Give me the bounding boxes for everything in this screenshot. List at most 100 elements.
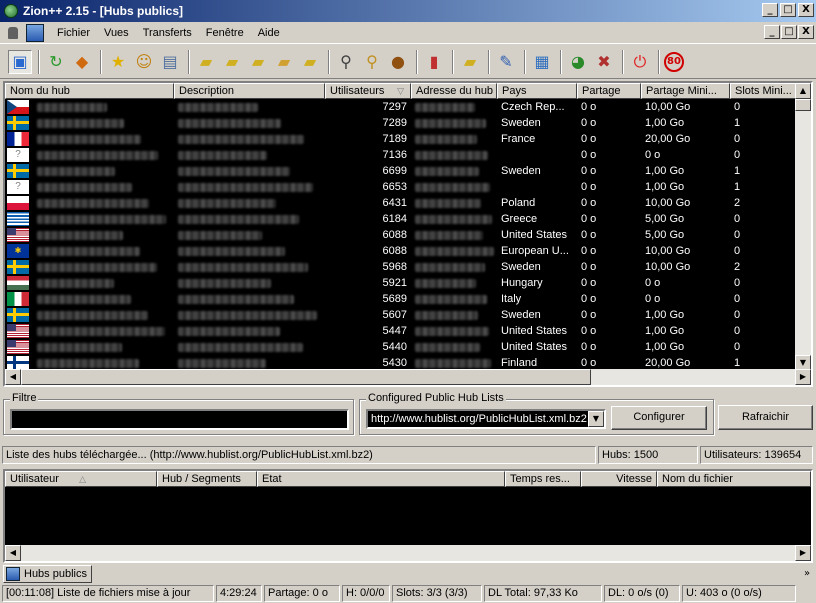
- hub-row[interactable]: 6184 Greece 0 o 5,00 Go 0: [5, 211, 799, 227]
- adl-search-icon[interactable]: ⚲: [360, 50, 384, 74]
- finished-uploads-icon[interactable]: ▰: [272, 50, 296, 74]
- hub-row[interactable]: 6699 Sweden 0 o 1,00 Go 1: [5, 163, 799, 179]
- col-user[interactable]: Utilisateur △: [5, 471, 157, 487]
- col-hub-address[interactable]: Adresse du hub: [411, 83, 497, 99]
- finished-downloads-icon[interactable]: ▰: [220, 50, 244, 74]
- follow-redirect-icon[interactable]: ◆: [70, 50, 94, 74]
- notepad2-icon[interactable]: ▦: [530, 50, 554, 74]
- hash-progress-icon[interactable]: ◕: [566, 50, 590, 74]
- transfers-hscroll[interactable]: ◀ ▶: [5, 545, 811, 561]
- redacted-text: [415, 119, 486, 128]
- redacted-text: [37, 135, 141, 144]
- col-min-share[interactable]: Partage Mini...: [641, 83, 730, 99]
- mdi-restore-button[interactable]: □: [781, 25, 797, 39]
- reconnect-icon[interactable]: ↻: [44, 50, 68, 74]
- col-min-slots[interactable]: Slots Mini...: [730, 83, 799, 99]
- download-queue-icon[interactable]: ▰: [194, 50, 218, 74]
- hub-name-cell: [5, 131, 174, 147]
- menu-vues[interactable]: Vues: [97, 22, 136, 44]
- open-filelist-icon[interactable]: ▰: [458, 50, 482, 74]
- col-time-left[interactable]: Temps res...: [505, 471, 581, 487]
- transfers-scroll-left-icon[interactable]: ◀: [5, 545, 21, 561]
- hscroll-thumb[interactable]: [21, 369, 591, 385]
- waiting-users-icon[interactable]: ▰: [298, 50, 322, 74]
- filter-input[interactable]: [10, 409, 349, 430]
- configure-button[interactable]: Configurer: [611, 406, 707, 430]
- redacted-text: [178, 327, 280, 336]
- favorites-icon[interactable]: ★: [106, 50, 130, 74]
- hub-row[interactable]: 5968 Sweden 0 o 10,00 Go 2: [5, 259, 799, 275]
- speed-limit-icon[interactable]: 80: [664, 51, 684, 72]
- tab-public-hubs-label: Hubs publics: [24, 568, 87, 580]
- scroll-right-icon[interactable]: ▶: [795, 369, 811, 385]
- menu-transferts[interactable]: Transferts: [136, 22, 199, 44]
- hub-row[interactable]: 7189 France 0 o 20,00 Go 0: [5, 131, 799, 147]
- minimize-button[interactable]: _: [762, 3, 778, 17]
- col-speed[interactable]: Vitesse: [581, 471, 657, 487]
- redacted-text: [178, 231, 262, 240]
- close-button[interactable]: X: [798, 3, 814, 17]
- col-hub-name[interactable]: Nom du hub: [5, 83, 174, 99]
- hub-row[interactable]: 6431 Poland 0 o 10,00 Go 2: [5, 195, 799, 211]
- hub-row[interactable]: 7297 Czech Rep... 0 o 10,00 Go 0: [5, 99, 799, 115]
- transfers-list[interactable]: Utilisateur △ Hub / Segments Etat Temps r…: [3, 469, 813, 563]
- hub-row[interactable]: 5921 Hungary 0 o 0 o 0: [5, 275, 799, 291]
- menu-fenetre[interactable]: Fenêtre: [199, 22, 251, 44]
- chevron-right-icon[interactable]: »: [800, 567, 814, 581]
- dropdown-arrow-icon[interactable]: ▼: [588, 411, 604, 427]
- hub-users-cell: 5968: [382, 261, 407, 273]
- menu-fichier[interactable]: Fichier: [50, 22, 97, 44]
- col-filename[interactable]: Nom du fichier: [657, 471, 811, 487]
- public-hubs-list[interactable]: Nom du hub Description Utilisateurs ▽ Adr…: [3, 81, 813, 387]
- hub-row[interactable]: 5607 Sweden 0 o 1,00 Go 0: [5, 307, 799, 323]
- menu-aide[interactable]: Aide: [251, 22, 287, 44]
- scroll-up-icon[interactable]: ▲: [795, 83, 811, 99]
- tab-public-hubs[interactable]: Hubs publics: [3, 565, 92, 583]
- mdi-document-icon[interactable]: [26, 23, 44, 42]
- hub-row[interactable]: ? 6653 0 o 1,00 Go 1: [5, 179, 799, 195]
- hublist-select[interactable]: http://www.hublist.org/PublicHubList.xml…: [366, 409, 606, 429]
- status-ul: U: 403 o (0 o/s): [682, 585, 796, 602]
- upload-queue-icon[interactable]: ▰: [246, 50, 270, 74]
- away-icon[interactable]: ✖: [592, 50, 616, 74]
- hub-list-hscroll[interactable]: ◀ ▶: [5, 369, 811, 385]
- hublists-label: Configured Public Hub Lists: [366, 392, 506, 404]
- col-country[interactable]: Pays: [497, 83, 577, 99]
- col-hub-segments[interactable]: Hub / Segments: [157, 471, 257, 487]
- hub-min-slots-cell: 0: [734, 293, 741, 305]
- hub-row[interactable]: 5440 United States 0 o 1,00 Go 0: [5, 339, 799, 355]
- hub-row[interactable]: 5447 United States 0 o 1,00 Go 0: [5, 323, 799, 339]
- col-users[interactable]: Utilisateurs ▽: [325, 83, 411, 99]
- hub-min-share-cell: 1,00 Go: [645, 341, 685, 353]
- hub-row[interactable]: 7289 Sweden 0 o 1,00 Go 1: [5, 115, 799, 131]
- mdi-close-button[interactable]: X: [798, 25, 814, 39]
- col-description[interactable]: Description: [174, 83, 325, 99]
- public-hubs-tab-icon: [6, 567, 20, 581]
- hub-row[interactable]: 5689 Italy 0 o 0 o 0: [5, 291, 799, 307]
- hub-row[interactable]: 6088 United States 0 o 5,00 Go 0: [5, 227, 799, 243]
- public-hubs-icon[interactable]: ▣: [8, 49, 32, 74]
- hub-list-vscroll[interactable]: ▲ ▼: [795, 83, 811, 371]
- transfers-scroll-right-icon[interactable]: ▶: [795, 545, 811, 561]
- search-icon[interactable]: ⚲: [334, 50, 358, 74]
- refresh-button[interactable]: Rafraichir: [718, 405, 813, 430]
- users-icon[interactable]: ☺: [132, 50, 156, 74]
- search-spy-icon[interactable]: ●: [386, 50, 410, 74]
- hub-row[interactable]: ✱ 6088 European U... 0 o 10,00 Go 0: [5, 243, 799, 259]
- user-count: Utilisateurs: 139654: [700, 446, 813, 464]
- col-state[interactable]: Etat: [257, 471, 505, 487]
- redacted-text: [37, 279, 114, 288]
- redacted-text: [415, 215, 492, 224]
- mdi-minimize-button[interactable]: _: [764, 25, 780, 39]
- network-stats-icon[interactable]: ▮: [422, 50, 446, 74]
- maximize-button[interactable]: □: [780, 3, 796, 17]
- settings-icon[interactable]: ✎: [494, 50, 518, 74]
- col-share[interactable]: Partage: [577, 83, 641, 99]
- shutdown-icon[interactable]: ⏻: [628, 50, 652, 74]
- hub-users-cell: 5447: [382, 325, 407, 337]
- vscroll-thumb[interactable]: [795, 99, 811, 111]
- hub-row[interactable]: ? 7136 0 o 0 o 0: [5, 147, 799, 163]
- lock-icon[interactable]: [4, 24, 22, 42]
- notepad-icon[interactable]: ▤: [158, 50, 182, 74]
- scroll-left-icon[interactable]: ◀: [5, 369, 21, 385]
